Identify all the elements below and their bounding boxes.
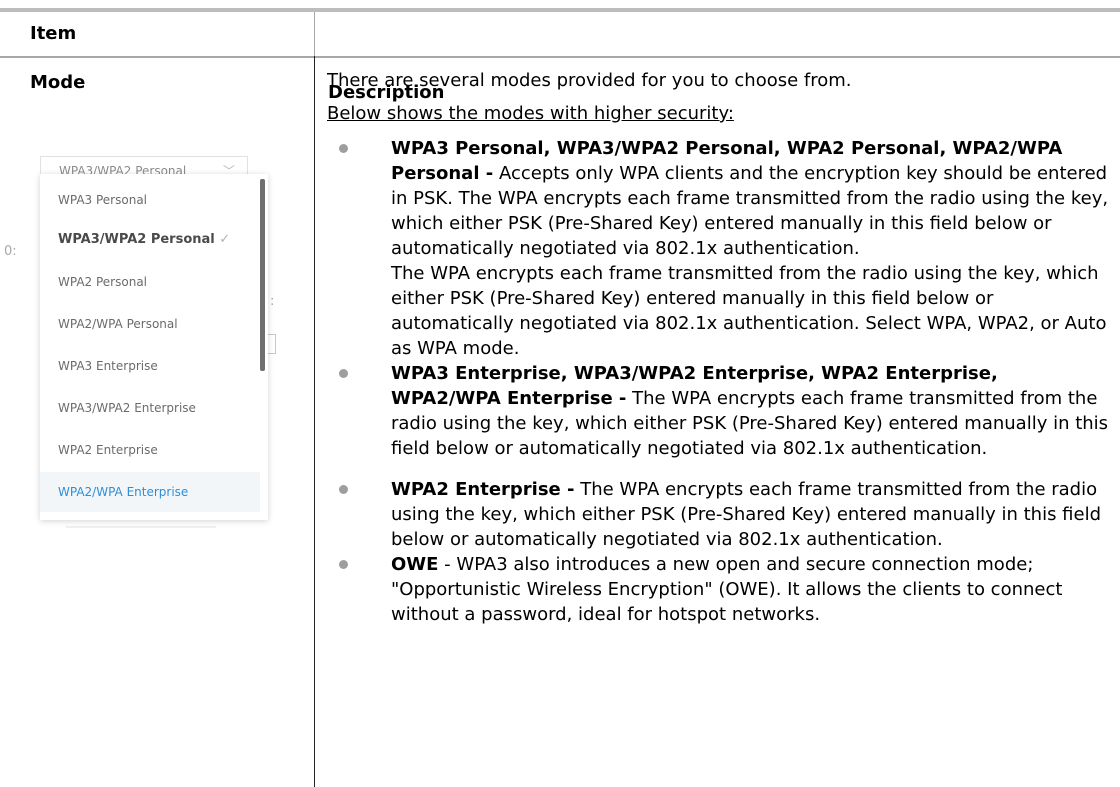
bullet-extra-paragraph: The WPA encrypts each frame transmitted … [391,263,1107,359]
bullet-item: WPA3 Enterprise, WPA3/WPA2 Enterprise, W… [327,361,1113,461]
option-wpa3-personal[interactable]: WPA3 Personal [40,180,260,220]
option-wpa2-wpa-enterprise[interactable]: WPA2/WPA Enterprise [40,472,260,512]
background-shadow [66,526,216,528]
column-divider [314,56,315,787]
bullet-icon [339,144,348,153]
bullet-item: OWE - WPA3 also introduces a new open an… [327,552,1113,627]
background-input-edge [268,334,276,354]
option-wpa3-enterprise[interactable]: WPA3 Enterprise [40,346,260,386]
option-wpa2-enterprise[interactable]: WPA2 Enterprise [40,430,260,470]
bullet-text: - WPA3 also introduces a new open and se… [391,554,1063,625]
bullet-icon [339,369,348,378]
mode-dropdown-screenshot: 0: : WPA3/WPA2 Personal ﹀ WPA3 Personal … [0,150,314,530]
bullet-icon [339,560,348,569]
document-page: Item Description Mode 0: : WPA3/WPA2 Per… [0,0,1120,787]
dropdown-scrollbar[interactable] [260,179,265,371]
option-wpa3-wpa2-enterprise[interactable]: WPA3/WPA2 Enterprise [40,388,260,428]
description-subheading: Below shows the modes with higher securi… [327,103,734,124]
bullet-item: WPA3 Personal, WPA3/WPA2 Personal, WPA2 … [327,136,1113,261]
mode-dropdown-menu: WPA3 Personal WPA3/WPA2 Personal ✓ WPA2 … [40,174,268,520]
header-item: Item [30,23,77,44]
option-wpa3-wpa2-personal[interactable]: WPA3/WPA2 Personal ✓ [40,220,260,260]
bullet-title: WPA2 Enterprise - [391,479,575,500]
bullet-text: Accepts only WPA clients and the encrypt… [391,163,1109,259]
description-cell: There are several modes provided for you… [327,68,1113,627]
bullet-icon [339,485,348,494]
option-wpa2-personal[interactable]: WPA2 Personal [40,262,260,302]
table-header-row: Item Description [0,12,1120,103]
description-intro: There are several modes provided for you… [327,70,852,91]
bullet-title: OWE [391,554,439,575]
header-divider [314,12,315,56]
check-icon: ✓ [219,232,231,247]
option-wpa2-wpa-personal[interactable]: WPA2/WPA Personal [40,304,260,344]
option-label: WPA3/WPA2 Personal [58,232,215,247]
background-fragment: : [270,294,275,309]
background-fragment: 0: [4,244,17,259]
bullet-item: WPA2 Enterprise - The WPA encrypts each … [327,477,1113,552]
row-label-mode: Mode [30,72,86,93]
